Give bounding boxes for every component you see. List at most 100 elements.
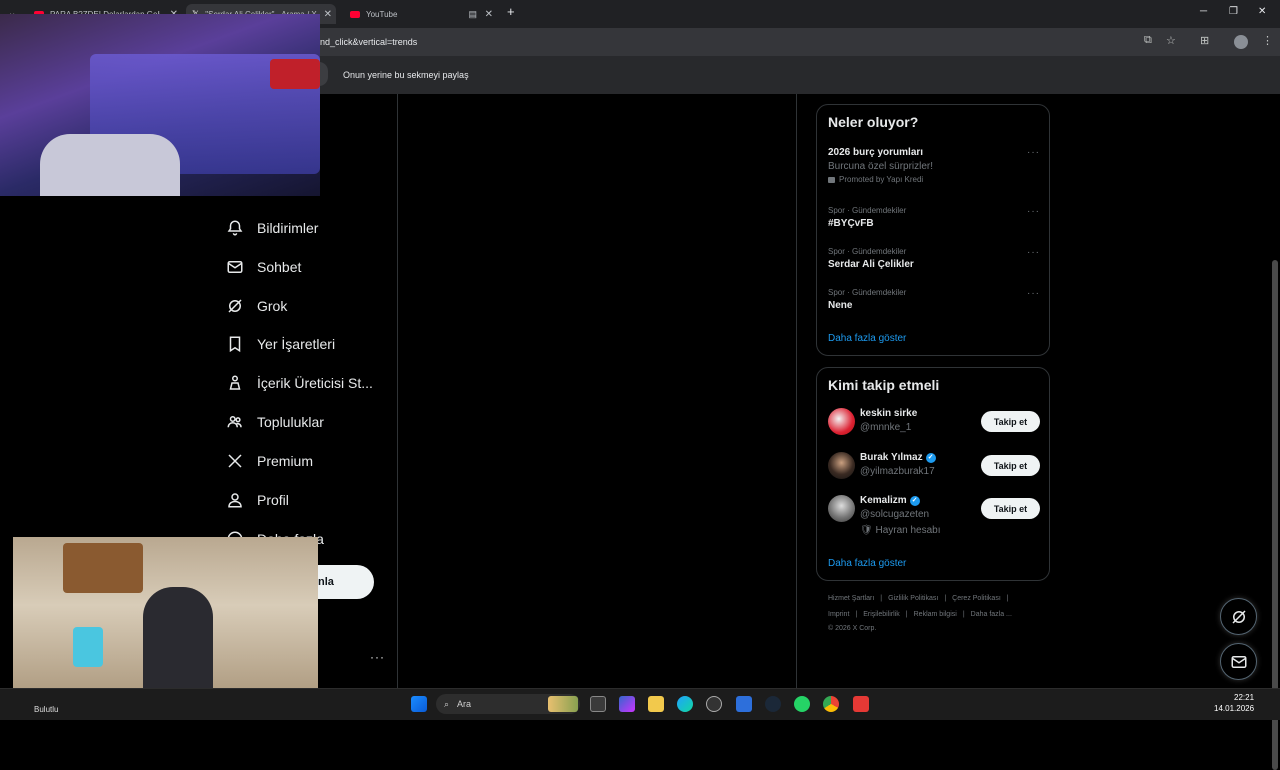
trend-item[interactable]: Spor · Gündemdekiler #BYÇvFB ··· xyxy=(828,206,1040,229)
pillow-shape xyxy=(40,134,180,196)
search-placeholder: Ara xyxy=(457,699,472,709)
bookmark-icon xyxy=(229,336,241,353)
account-menu-icon[interactable]: ··· xyxy=(370,650,385,664)
nav-profile[interactable]: Profil xyxy=(226,488,289,512)
tab-label: YouTube xyxy=(366,9,398,19)
user-name-text: Burak Yılmaz xyxy=(860,452,923,463)
maximize-icon[interactable]: ❐ xyxy=(1229,6,1238,17)
whatsapp-icon[interactable] xyxy=(794,696,810,712)
suggested-user[interactable]: Kemalizm ✓ @solcugazeten 🛡 Hayran hesabı … xyxy=(828,495,1040,536)
steam-icon[interactable] xyxy=(765,696,781,712)
chrome-icon[interactable] xyxy=(823,696,839,712)
footer-link-more[interactable]: Daha fazla ... xyxy=(971,611,1012,618)
windows-start-icon[interactable] xyxy=(411,696,427,712)
profile-avatar-icon[interactable] xyxy=(1234,35,1248,49)
copilot-icon[interactable] xyxy=(619,696,635,712)
trend-item[interactable]: Spor · Gündemdekiler Nene ··· xyxy=(828,288,1040,311)
tab-3[interactable]: YouTube ▤ ✕ xyxy=(350,4,495,24)
taskbar-clock[interactable]: 22:21 14.01.2026 xyxy=(1214,692,1254,714)
extensions-icon[interactable]: ⊞ xyxy=(1200,34,1209,47)
minimize-icon[interactable]: ─ xyxy=(1200,6,1207,17)
more-options-icon[interactable]: ··· xyxy=(1027,288,1040,299)
footer-link-privacy[interactable]: Gizlilik Politikası xyxy=(888,595,938,602)
verified-badge-icon: ✓ xyxy=(909,495,920,506)
trends-show-more-link[interactable]: Daha fazla göster xyxy=(828,333,906,344)
trend-name: 2026 burç yorumları xyxy=(828,147,924,158)
file-explorer-icon[interactable] xyxy=(648,696,664,712)
nav-label: Yer İşaretleri xyxy=(257,336,336,352)
messages-floating-button[interactable] xyxy=(1220,643,1257,680)
new-tab-icon[interactable]: + xyxy=(507,4,515,19)
user-name-text: Kemalizm xyxy=(860,495,907,506)
footer-link-imprint[interactable]: Imprint xyxy=(828,611,849,618)
footer-links-row-1: Hizmet Şartları | Gizlilik Politikası | … xyxy=(828,595,1009,602)
suggested-user[interactable]: Burak Yılmaz ✓ @yilmazburak17 Takip et xyxy=(828,452,1040,482)
suggested-user[interactable]: keskin sirke @mnnke_1 Takip et xyxy=(828,408,1040,438)
nav-creator-studio[interactable]: İçerik Üreticisi St... xyxy=(226,371,373,395)
who-to-follow-card: Kimi takip etmeli keskin sirke @mnnke_1 … xyxy=(816,367,1050,581)
store-icon[interactable] xyxy=(736,696,752,712)
nav-premium[interactable]: Premium xyxy=(226,449,313,473)
browser-menu-icon[interactable]: ⋮ xyxy=(1262,34,1273,47)
task-view-icon[interactable] xyxy=(590,696,606,712)
follow-button[interactable]: Takip et xyxy=(981,411,1040,432)
nav-notifications[interactable]: Bildirimler xyxy=(226,216,318,240)
nav-grok[interactable]: Grok xyxy=(226,294,287,318)
widget-icon xyxy=(548,696,578,712)
webcam-overlay-bottom xyxy=(13,537,318,708)
footer-separator: | xyxy=(880,595,883,602)
mail-icon xyxy=(1231,655,1246,668)
cast-icon[interactable]: ⧉ xyxy=(1144,34,1152,47)
grok-icon xyxy=(228,299,242,313)
close-tab-icon[interactable]: ✕ xyxy=(324,9,332,20)
trend-name: #BYÇvFB xyxy=(828,218,874,229)
follow-show-more-link[interactable]: Daha fazla göster xyxy=(828,558,906,569)
share-tab-button[interactable]: Onun yerine bu sekmeyi paylaş xyxy=(343,70,469,80)
more-options-icon[interactable]: ··· xyxy=(1027,147,1040,158)
streaming-app-icon[interactable] xyxy=(853,696,869,712)
trends-card: Neler oluyor? 2026 burç yorumları Burcun… xyxy=(816,104,1050,356)
search-icon: ⌕ xyxy=(444,698,450,709)
more-options-icon[interactable]: ··· xyxy=(1027,206,1040,217)
bookmark-star-icon[interactable]: ☆ xyxy=(1166,34,1176,47)
page-scrollbar[interactable] xyxy=(1270,94,1280,770)
promoted-text: Promoted by Yapı Kredi xyxy=(839,175,924,184)
verified-badge-icon: ✓ xyxy=(925,452,936,463)
communities-icon xyxy=(227,416,242,428)
x-logo-icon xyxy=(228,454,242,468)
footer-separator: | xyxy=(855,611,858,618)
user-handle: @yilmazburak17 xyxy=(860,466,935,477)
bell-icon xyxy=(227,220,243,236)
user-name: Kemalizm ✓ xyxy=(860,495,920,506)
footer-separator: | xyxy=(962,611,965,618)
clock-date: 14.01.2026 xyxy=(1214,704,1255,713)
close-tab-icon[interactable]: ✕ xyxy=(485,9,493,20)
nav-bookmarks[interactable]: Yer İşaretleri xyxy=(226,332,335,356)
user-name: Burak Yılmaz ✓ xyxy=(860,452,936,463)
post-button[interactable]: nla xyxy=(318,565,374,599)
post-button-label: nla xyxy=(318,576,334,588)
nav-communities[interactable]: Topluluklar xyxy=(226,410,324,434)
red-pillow-shape xyxy=(270,59,320,89)
user-name-text: keskin sirke xyxy=(860,408,918,419)
trend-item[interactable]: 2026 burç yorumları Burcuna özel sürpriz… xyxy=(828,147,1040,184)
app-icon[interactable] xyxy=(706,696,722,712)
follow-button[interactable]: Takip et xyxy=(981,498,1040,519)
more-options-icon[interactable]: ··· xyxy=(1027,247,1040,258)
creator-icon xyxy=(229,375,241,390)
footer-link-ads-info[interactable]: Reklam bilgisi xyxy=(914,611,957,618)
footer-links-row-2: Imprint | Erişilebilirlik | Reklam bilgi… xyxy=(828,611,1012,618)
edge-icon[interactable] xyxy=(677,696,693,712)
close-window-icon[interactable]: ✕ xyxy=(1258,6,1266,17)
footer-separator: | xyxy=(1006,595,1009,602)
footer-link-terms[interactable]: Hizmet Şartları xyxy=(828,595,874,602)
right-divider xyxy=(796,94,797,688)
follow-button[interactable]: Takip et xyxy=(981,455,1040,476)
footer-link-accessibility[interactable]: Erişilebilirlik xyxy=(863,611,900,618)
trend-item[interactable]: Spor · Gündemdekiler Serdar Ali Çelikler… xyxy=(828,247,1040,270)
nav-messages[interactable]: Sohbet xyxy=(226,255,301,279)
grok-floating-button[interactable] xyxy=(1220,598,1257,635)
url-field[interactable]: nd_click&vertical=trends xyxy=(320,37,417,47)
wall-decoration-shape xyxy=(63,543,143,593)
footer-link-cookies[interactable]: Çerez Politikası xyxy=(952,595,1001,602)
